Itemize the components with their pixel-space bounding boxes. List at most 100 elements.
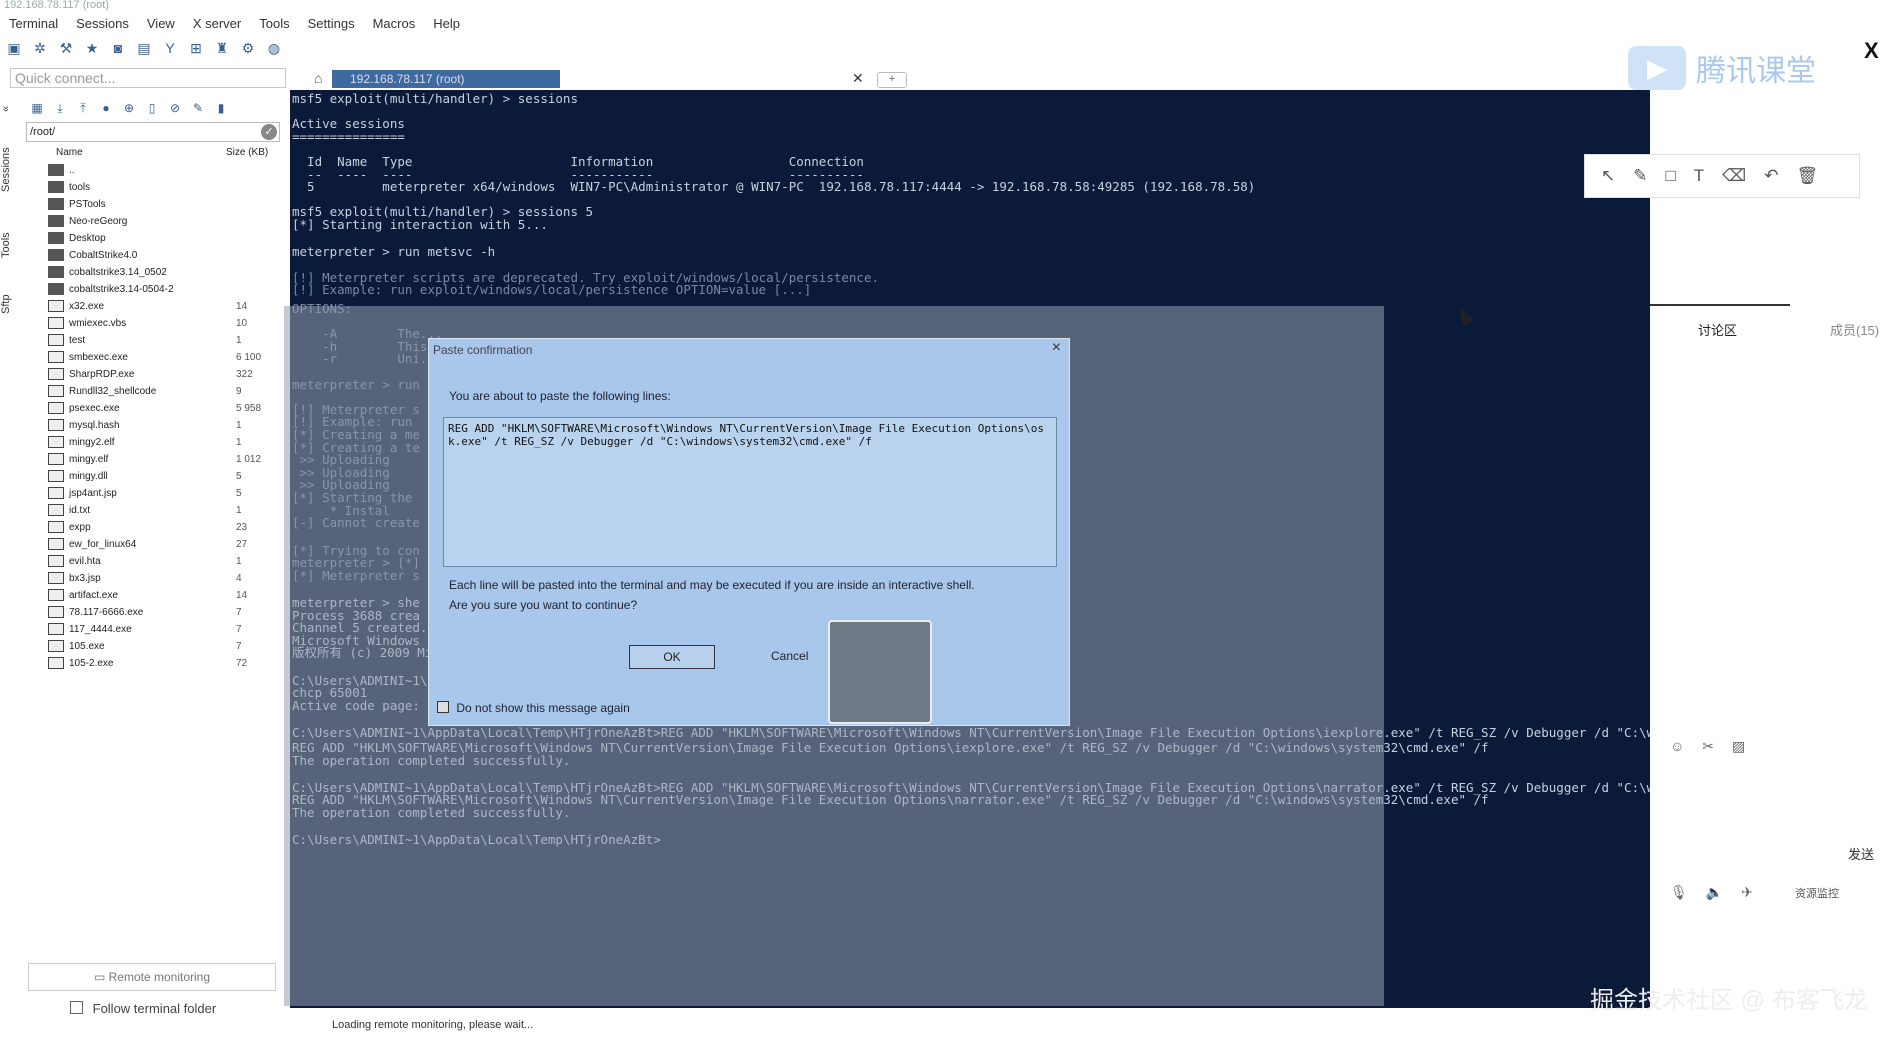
menu-xserver[interactable]: X server xyxy=(184,14,250,34)
folder-icon xyxy=(48,164,64,176)
menu-macros[interactable]: Macros xyxy=(364,14,425,34)
stop-icon[interactable]: ● xyxy=(97,99,115,117)
dont-show-again[interactable]: Do not show this message again xyxy=(437,701,630,715)
tab-close-icon[interactable]: ✕ xyxy=(852,70,864,87)
edit-icon[interactable]: ✎ xyxy=(189,99,207,117)
menu-view[interactable]: View xyxy=(138,14,184,34)
menu-terminal[interactable]: Terminal xyxy=(0,14,67,34)
file-row[interactable]: mysql.hash 1 xyxy=(22,417,284,434)
text-icon[interactable]: T xyxy=(1694,166,1704,186)
collapse-icon[interactable]: « xyxy=(0,100,20,118)
file-row[interactable]: 105.exe 7 xyxy=(22,638,284,655)
settings-icon[interactable]: ◍ xyxy=(264,38,284,58)
shape-icon[interactable]: □ xyxy=(1666,166,1676,186)
follow-terminal-folder[interactable]: Follow terminal folder xyxy=(70,1001,216,1016)
file-row[interactable]: .. xyxy=(22,162,284,179)
file-row[interactable]: 117_4444.exe 7 xyxy=(22,621,284,638)
file-row[interactable]: jsp4ant.jsp 5 xyxy=(22,485,284,502)
file-row[interactable]: tools xyxy=(22,179,284,196)
upload-icon[interactable]: ⤒ xyxy=(74,99,92,117)
resource-monitor[interactable]: 资源监控 xyxy=(1795,885,1839,901)
dont-show-checkbox[interactable] xyxy=(437,701,449,713)
file-row[interactable]: evil.hta 1 xyxy=(22,553,284,570)
file-row[interactable]: PSTools xyxy=(22,196,284,213)
path-field[interactable]: /root/ ✓ xyxy=(26,122,280,142)
file-row[interactable]: Rundll32_shellcode 9 xyxy=(22,383,284,400)
quick-connect-input[interactable]: Quick connect... xyxy=(10,68,286,88)
file-row[interactable]: 78.117-6666.exe 7 xyxy=(22,604,284,621)
file-row[interactable]: Desktop xyxy=(22,230,284,247)
send-button[interactable]: 发送 xyxy=(1848,844,1874,863)
file-row[interactable]: artifact.exe 14 xyxy=(22,587,284,604)
column-size[interactable]: Size (KB) xyxy=(226,144,284,162)
cancel-button[interactable]: Cancel xyxy=(771,649,808,663)
dialog-close-icon[interactable]: × xyxy=(1052,339,1061,357)
file-row[interactable]: Neo-reGeorg xyxy=(22,213,284,230)
file-row[interactable]: psexec.exe 5 958 xyxy=(22,400,284,417)
home-icon[interactable]: ⌂ xyxy=(314,70,322,86)
multiexec-icon[interactable]: ⊞ xyxy=(186,38,206,58)
file-row[interactable]: expp 23 xyxy=(22,519,284,536)
file-row[interactable]: CobaltStrike4.0 xyxy=(22,247,284,264)
paste-content[interactable]: REG ADD "HKLM\SOFTWARE\Microsoft\Windows… xyxy=(443,417,1057,567)
view-icon[interactable]: ▤ xyxy=(134,38,154,58)
remote-monitoring-button[interactable]: ▭ Remote monitoring xyxy=(28,963,276,991)
file-row[interactable]: cobaltstrike3.14_0502 xyxy=(22,264,284,281)
properties-icon[interactable]: ▮ xyxy=(212,99,230,117)
file-row[interactable]: test 1 xyxy=(22,332,284,349)
tools-icon[interactable]: ⚒ xyxy=(56,38,76,58)
pen-icon[interactable]: ✎ xyxy=(1633,166,1647,186)
tab-sftp[interactable]: Sftp xyxy=(0,284,20,324)
tab-tools[interactable]: Tools xyxy=(0,220,20,270)
file-row[interactable]: bx3.jsp 4 xyxy=(22,570,284,587)
file-row[interactable]: ew_for_linux64 27 xyxy=(22,536,284,553)
servers-icon[interactable]: ✲ xyxy=(30,38,50,58)
file-row[interactable]: x32.exe 14 xyxy=(22,298,284,315)
download-icon[interactable]: ⤓ xyxy=(51,99,69,117)
tunneling-icon[interactable]: ♜ xyxy=(212,38,232,58)
file-row[interactable]: smbexec.exe 6 100 xyxy=(22,349,284,366)
new-folder-icon[interactable]: ⊕ xyxy=(120,99,138,117)
microphone-icon[interactable]: 🎙 xyxy=(1670,884,1688,901)
split-icon[interactable]: Y xyxy=(160,38,180,58)
tab-members[interactable]: 成员(15) xyxy=(1830,320,1879,339)
image-icon[interactable]: ▨ xyxy=(1732,738,1745,755)
file-row[interactable]: SharpRDP.exe 322 xyxy=(22,366,284,383)
menu-tools[interactable]: Tools xyxy=(250,14,298,34)
tab-sessions[interactable]: Sessions xyxy=(0,140,20,200)
new-file-icon[interactable]: ▯ xyxy=(143,99,161,117)
menu-sessions[interactable]: Sessions xyxy=(67,14,138,34)
emoji-icon[interactable]: ☺ xyxy=(1670,738,1684,755)
file-row[interactable]: mingy2.elf 1 xyxy=(22,434,284,451)
pointer-icon[interactable]: ↖ xyxy=(1601,166,1615,186)
speaker-icon[interactable]: 🔈 xyxy=(1706,884,1723,901)
tab-discussion[interactable]: 讨论区 xyxy=(1698,320,1737,339)
games-icon[interactable]: ★ xyxy=(82,38,102,58)
file-row[interactable]: mingy.elf 1 012 xyxy=(22,451,284,468)
packages-icon[interactable]: ⚙ xyxy=(238,38,258,58)
new-tab-button[interactable]: + xyxy=(877,72,907,88)
file-name: evil.hta xyxy=(69,556,101,567)
eraser-icon[interactable]: ⌫ xyxy=(1722,166,1746,186)
ok-button[interactable]: OK xyxy=(629,645,715,669)
menu-help[interactable]: Help xyxy=(424,14,469,34)
session-tab[interactable]: 192.168.78.117 (root) xyxy=(332,70,560,88)
column-name[interactable]: Name xyxy=(56,144,226,162)
file-row[interactable]: id.txt 1 xyxy=(22,502,284,519)
menu-settings[interactable]: Settings xyxy=(299,14,364,34)
go-icon[interactable]: ✓ xyxy=(261,124,277,140)
refresh-icon[interactable]: ▦ xyxy=(28,99,46,117)
follow-checkbox[interactable] xyxy=(70,1001,83,1014)
file-row[interactable]: wmiexec.vbs 10 xyxy=(22,315,284,332)
delete-icon[interactable]: ⊘ xyxy=(166,99,184,117)
file-row[interactable]: cobaltstrike3.14-0504-2 xyxy=(22,281,284,298)
file-row[interactable]: 105-2.exe 72 xyxy=(22,655,284,672)
close-icon[interactable]: X xyxy=(1864,38,1879,64)
undo-icon[interactable]: ↶ xyxy=(1764,166,1778,186)
sessions-icon[interactable]: ◙ xyxy=(108,38,128,58)
file-row[interactable]: mingy.dll 5 xyxy=(22,468,284,485)
session-icon[interactable]: ▣ xyxy=(4,38,24,58)
scissors-icon[interactable]: ✂ xyxy=(1702,738,1714,755)
trash-icon[interactable]: 🗑 xyxy=(1796,166,1818,186)
pin-icon[interactable]: ✈ xyxy=(1741,884,1753,901)
